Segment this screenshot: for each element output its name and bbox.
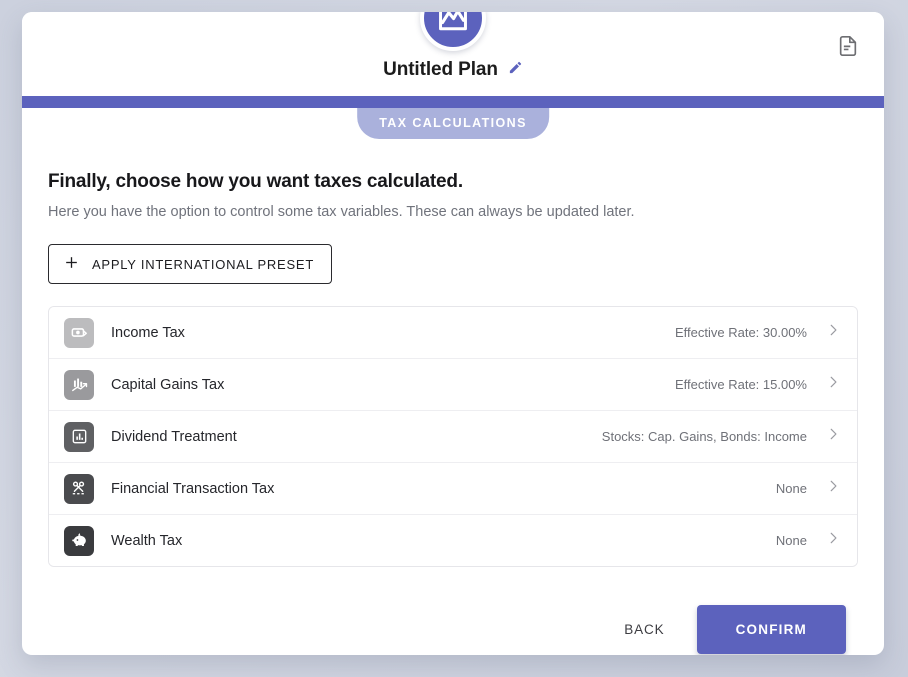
growth-chart-icon xyxy=(64,369,94,400)
tax-row-label: Dividend Treatment xyxy=(111,428,237,445)
bar-chart-icon xyxy=(64,421,94,452)
chevron-right-icon[interactable] xyxy=(826,375,840,394)
wizard-footer: BACK CONFIRM xyxy=(48,605,858,654)
progress-bar-fill xyxy=(22,96,884,108)
page-title: Untitled Plan xyxy=(383,59,498,80)
tax-row-label: Wealth Tax xyxy=(111,532,183,549)
scissors-icon xyxy=(64,473,94,504)
piggy-bank-icon xyxy=(64,525,94,556)
tax-row-label: Capital Gains Tax xyxy=(111,376,225,393)
apply-international-preset-label: APPLY INTERNATIONAL PRESET xyxy=(92,256,315,272)
chart-line-logo-icon xyxy=(436,12,470,35)
tax-row-value: None xyxy=(775,481,807,496)
tax-settings-list: Income Tax Effective Rate: 30.00% Capita… xyxy=(48,306,858,567)
progress-bar-track xyxy=(22,96,884,108)
plus-icon xyxy=(64,255,79,273)
card-header: Untitled Plan xyxy=(22,12,884,100)
plan-title-row: Untitled Plan xyxy=(22,59,884,81)
tax-row-label: Financial Transaction Tax xyxy=(111,480,275,497)
card-body: Finally, choose how you want taxes calcu… xyxy=(22,108,884,655)
chevron-right-icon[interactable] xyxy=(826,323,840,342)
tax-row-value: Effective Rate: 15.00% xyxy=(674,377,807,392)
tax-row-value: None xyxy=(775,533,807,548)
table-row[interactable]: Capital Gains Tax Effective Rate: 15.00% xyxy=(49,359,857,411)
table-row[interactable]: Income Tax Effective Rate: 30.00% xyxy=(49,307,857,359)
plan-wizard-card: Untitled Plan TAX CALCULATIONS Finally, … xyxy=(22,12,884,655)
table-row[interactable]: Dividend Treatment Stocks: Cap. Gains, B… xyxy=(49,411,857,463)
confirm-button[interactable]: CONFIRM xyxy=(696,605,846,654)
tax-row-value: Effective Rate: 30.00% xyxy=(674,325,807,340)
document-icon[interactable] xyxy=(837,35,859,57)
tax-row-value: Stocks: Cap. Gains, Bonds: Income xyxy=(601,429,807,444)
chevron-right-icon[interactable] xyxy=(826,427,840,446)
section-subheading: Here you have the option to control some… xyxy=(48,204,635,220)
table-row[interactable]: Financial Transaction Tax None xyxy=(49,463,857,515)
section-heading: Finally, choose how you want taxes calcu… xyxy=(48,171,463,192)
app-logo xyxy=(420,12,486,51)
tax-row-label: Income Tax xyxy=(111,324,185,341)
back-button[interactable]: BACK xyxy=(602,610,686,649)
apply-international-preset-button[interactable]: APPLY INTERNATIONAL PRESET xyxy=(48,244,333,284)
money-exchange-icon xyxy=(64,317,94,348)
pencil-edit-icon[interactable] xyxy=(508,60,523,80)
chevron-right-icon[interactable] xyxy=(826,531,840,550)
chevron-right-icon[interactable] xyxy=(826,479,840,498)
table-row[interactable]: Wealth Tax None xyxy=(49,515,857,566)
